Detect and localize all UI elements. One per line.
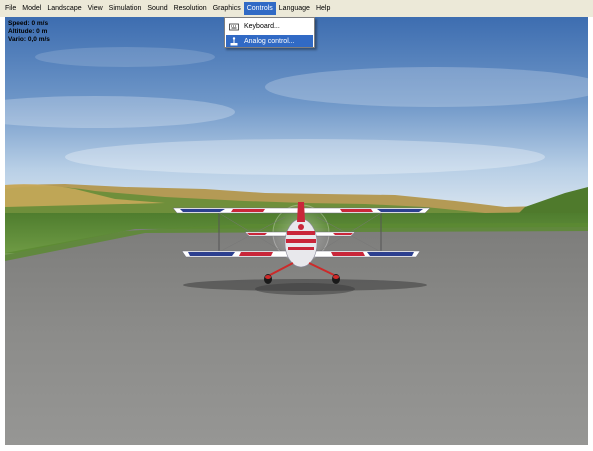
joystick-icon bbox=[230, 36, 238, 45]
fuselage-stripe bbox=[288, 247, 314, 250]
upper-wing-stripe bbox=[377, 209, 423, 212]
stabilizer-stripe bbox=[247, 233, 267, 235]
menu-graphics[interactable]: Graphics bbox=[210, 2, 244, 15]
tail-fin bbox=[297, 202, 305, 222]
fuselage-stripe bbox=[286, 239, 316, 243]
flight-scene bbox=[5, 17, 588, 445]
menu-resolution[interactable]: Resolution bbox=[171, 2, 210, 15]
menu-simulation[interactable]: Simulation bbox=[106, 2, 145, 15]
3d-viewport[interactable] bbox=[5, 17, 588, 445]
lower-wing-stripe bbox=[367, 252, 414, 256]
lower-wing-stripe bbox=[239, 252, 273, 256]
menu-bar: File Model Landscape View Simulation Sou… bbox=[0, 0, 593, 17]
wheel-pant bbox=[265, 275, 271, 279]
plane-shadow bbox=[255, 283, 355, 295]
wheel-pant bbox=[333, 275, 339, 279]
menu-view[interactable]: View bbox=[85, 2, 106, 15]
menu-model[interactable]: Model bbox=[19, 2, 44, 15]
upper-wing-stripe bbox=[180, 209, 225, 212]
keyboard-icon bbox=[229, 23, 239, 30]
flight-hud: Speed: 0 m/s Altitude: 0 m Vario: 0,0 m/… bbox=[8, 20, 50, 44]
menu-language[interactable]: Language bbox=[276, 2, 313, 15]
lower-wing-stripe bbox=[331, 252, 365, 256]
menu-item-label: Analog control... bbox=[244, 37, 295, 45]
cloud bbox=[35, 47, 215, 67]
menu-item-label: Keyboard... bbox=[244, 22, 280, 30]
menu-sound[interactable]: Sound bbox=[144, 2, 170, 15]
menu-file[interactable]: File bbox=[2, 2, 19, 15]
lower-wing-stripe bbox=[188, 252, 235, 256]
simulator-window: File Model Landscape View Simulation Sou… bbox=[0, 0, 593, 451]
vario-readout: Vario: 0,0 m/s bbox=[8, 36, 50, 43]
menu-item-keyboard[interactable]: Keyboard... bbox=[226, 20, 313, 32]
menu-item-analog-control[interactable]: Analog control... bbox=[226, 35, 313, 47]
altitude-readout: Altitude: 0 m bbox=[8, 28, 48, 35]
speed-readout: Speed: 0 m/s bbox=[8, 20, 49, 27]
cloud bbox=[65, 139, 545, 175]
controls-dropdown-menu: Keyboard... Analog control... bbox=[224, 17, 315, 48]
menu-controls[interactable]: Controls bbox=[243, 2, 276, 15]
spinner bbox=[298, 224, 304, 230]
upper-wing-stripe bbox=[340, 209, 373, 212]
menu-help[interactable]: Help bbox=[313, 2, 333, 15]
menu-landscape[interactable]: Landscape bbox=[44, 2, 84, 15]
upper-wing-stripe bbox=[231, 209, 265, 212]
stabilizer-stripe bbox=[333, 233, 353, 235]
fuselage-stripe bbox=[287, 231, 315, 235]
